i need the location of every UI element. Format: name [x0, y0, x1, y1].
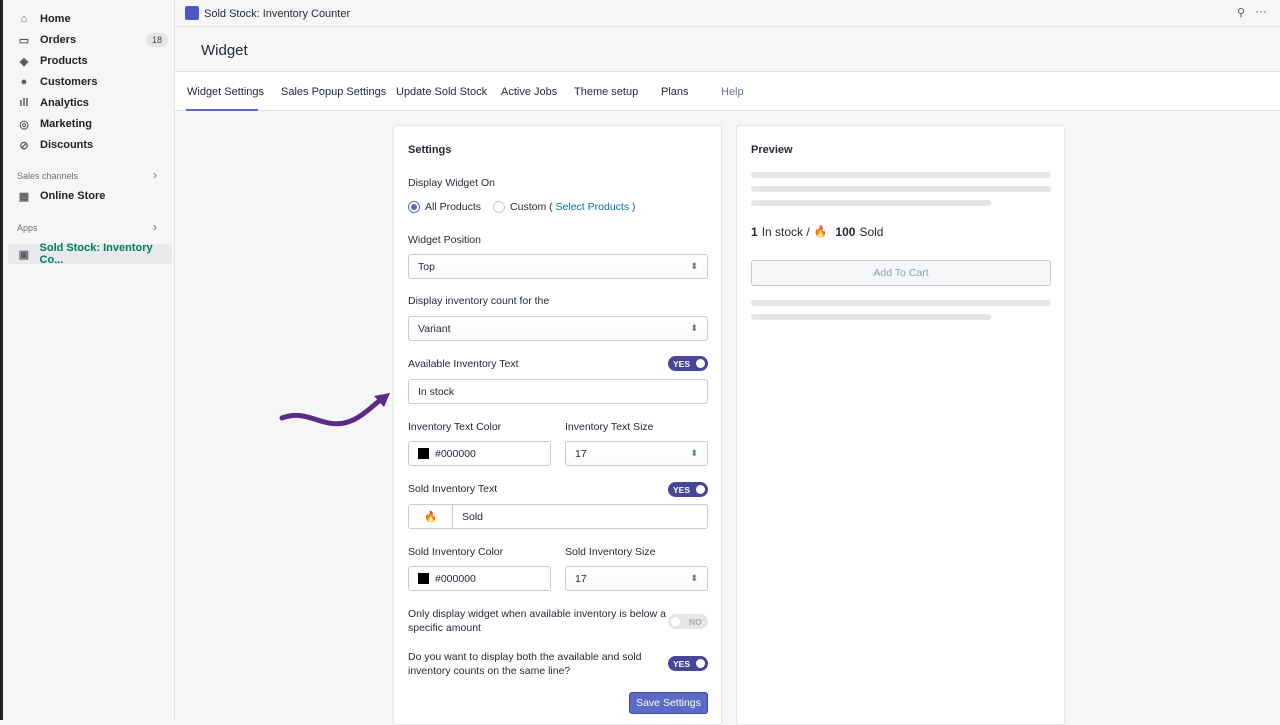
settings-card: Settings Display Widget On All Products … [393, 125, 722, 725]
toggle-label: YES [673, 484, 691, 495]
sidebar-item-products[interactable]: ◆ Products [18, 52, 88, 70]
inv-color-label: Inventory Text Color [408, 421, 502, 433]
app-title: Sold Stock: Inventory Counter [204, 8, 351, 20]
preview-title: Preview [751, 144, 793, 156]
position-label: Widget Position [408, 234, 481, 246]
tab-sales-popup-settings[interactable]: Sales Popup Settings [281, 86, 386, 98]
person-icon: ● [20, 76, 28, 88]
tag-icon: ◆ [19, 55, 29, 68]
placeholder-line [751, 172, 1051, 178]
discount-icon: ⊘ [19, 139, 29, 152]
sold-color-label: Sold Inventory Color [408, 546, 504, 558]
custom-radio[interactable] [493, 201, 506, 213]
home-icon: ⌂ [20, 13, 28, 25]
tab-widget-settings[interactable]: Widget Settings [187, 86, 264, 98]
sold-text-label: Sold Inventory Text [408, 483, 498, 495]
app-icon: ▣ [18, 248, 29, 261]
same-line-label: Do you want to display both the availabl… [408, 651, 642, 677]
count-for-select[interactable]: Variant [408, 316, 708, 341]
color-value: #000000 [435, 572, 476, 585]
arrow-annotation-icon [279, 393, 390, 427]
sidebar: ⌂ Home ▭ Orders 18 ◆ Products ● Customers ıl… [0, 0, 175, 720]
display-on-label: Display Widget On [408, 177, 495, 189]
sold-size-label: Sold Inventory Size [565, 546, 656, 558]
sidebar-item-orders[interactable]: ▭ Orders [18, 31, 76, 49]
tab-help[interactable]: Help [721, 86, 744, 98]
tab-update-sold-stock[interactable]: Update Sold Stock [396, 86, 487, 98]
save-settings-button[interactable]: Save Settings [629, 692, 708, 714]
custom-label: Custom ( [510, 201, 553, 213]
fire-icon: 🔥 [813, 226, 828, 238]
settings-title: Settings [408, 144, 452, 156]
add-to-cart-button[interactable]: Add To Cart [751, 260, 1051, 286]
app-logo-icon [185, 6, 199, 20]
select-products-link[interactable]: Select Products [556, 201, 630, 213]
widget-position-select[interactable]: Top [408, 254, 708, 279]
sold-text-input-group: 🔥 Sold [408, 504, 708, 529]
all-products-radio[interactable] [408, 201, 420, 213]
toggle-label: YES [673, 658, 691, 669]
avail-text-input[interactable]: In stock [408, 379, 708, 404]
sidebar-item-sold-stock[interactable]: ▣ Sold Stock: Inventory Co... [18, 242, 174, 266]
sidebar-item-discounts[interactable]: ⊘ Discounts [18, 136, 93, 154]
sidebar-item-customers[interactable]: ● Customers [18, 73, 98, 91]
bar-chart-icon: ıll [19, 97, 29, 109]
avail-text-toggle[interactable]: YES [668, 356, 708, 371]
pin-icon[interactable]: ⚲ [1237, 6, 1245, 19]
below-amount-label: Only display widget when available inven… [408, 608, 666, 634]
app-topbar: Sold Stock: Inventory Counter ⚲ ··· [175, 0, 1280, 27]
below-amount-toggle[interactable]: NO [668, 614, 708, 629]
sold-color-input[interactable]: #000000 [408, 566, 551, 591]
sidebar-item-analytics[interactable]: ıll Analytics [18, 94, 89, 112]
sold-count: 100 [835, 225, 856, 239]
sold-text: Sold [859, 225, 884, 239]
sidebar-item-marketing[interactable]: ◎ Marketing [18, 115, 92, 133]
toggle-label: NO [689, 616, 702, 627]
toggle-label: YES [673, 358, 691, 369]
same-line-toggle[interactable]: YES [668, 656, 708, 671]
chevron-right-icon[interactable]: › [153, 220, 157, 234]
store-icon: ▦ [18, 190, 30, 203]
more-icon[interactable]: ··· [1255, 4, 1267, 18]
placeholder-line [751, 200, 991, 206]
tab-active-jobs[interactable]: Active Jobs [501, 86, 557, 98]
all-products-label: All Products [425, 201, 482, 213]
placeholder-line [751, 300, 1051, 306]
orders-icon: ▭ [18, 34, 30, 47]
active-tab-indicator [186, 109, 258, 111]
marketing-icon: ◎ [19, 118, 29, 131]
sidebar-item-online-store[interactable]: ▦ Online Store [18, 187, 106, 205]
preview-stock-line: 1 In stock / 🔥 100 Sold [751, 225, 883, 239]
sold-text-input[interactable]: Sold [453, 511, 483, 523]
paren: ) [632, 201, 636, 213]
color-value: #000000 [435, 447, 476, 460]
chevron-right-icon[interactable]: › [153, 168, 157, 182]
avail-text-label: Available Inventory Text [408, 358, 519, 370]
inv-size-label: Inventory Text Size [565, 421, 654, 433]
tab-theme-setup[interactable]: Theme setup [574, 86, 638, 98]
count-for-label: Display inventory count for the [408, 295, 550, 307]
in-stock-count: 1 [751, 225, 758, 239]
orders-badge: 18 [146, 33, 169, 47]
inv-size-select[interactable]: 17 [565, 441, 708, 466]
sidebar-item-home[interactable]: ⌂ Home [18, 10, 71, 28]
tab-plans[interactable]: Plans [661, 86, 689, 98]
fire-emoji-picker[interactable]: 🔥 [409, 505, 453, 528]
apps-heading: Apps [17, 223, 38, 233]
in-stock-text: In stock / [761, 225, 810, 239]
sales-channels-heading: Sales channels [17, 171, 79, 181]
preview-card: Preview 1 In stock / 🔥 100 Sold Add To Cart [736, 125, 1065, 725]
sold-text-toggle[interactable]: YES [668, 482, 708, 497]
placeholder-line [751, 314, 991, 320]
color-swatch[interactable] [418, 573, 429, 584]
inv-color-input[interactable]: #000000 [408, 441, 551, 466]
placeholder-line [751, 186, 1051, 192]
color-swatch[interactable] [418, 448, 429, 459]
sold-size-select[interactable]: 17 [565, 566, 708, 591]
page-header: Widget [175, 27, 1280, 72]
tab-bar: Widget Settings Sales Popup Settings Upd… [175, 72, 1280, 111]
page-title: Widget [201, 42, 248, 59]
